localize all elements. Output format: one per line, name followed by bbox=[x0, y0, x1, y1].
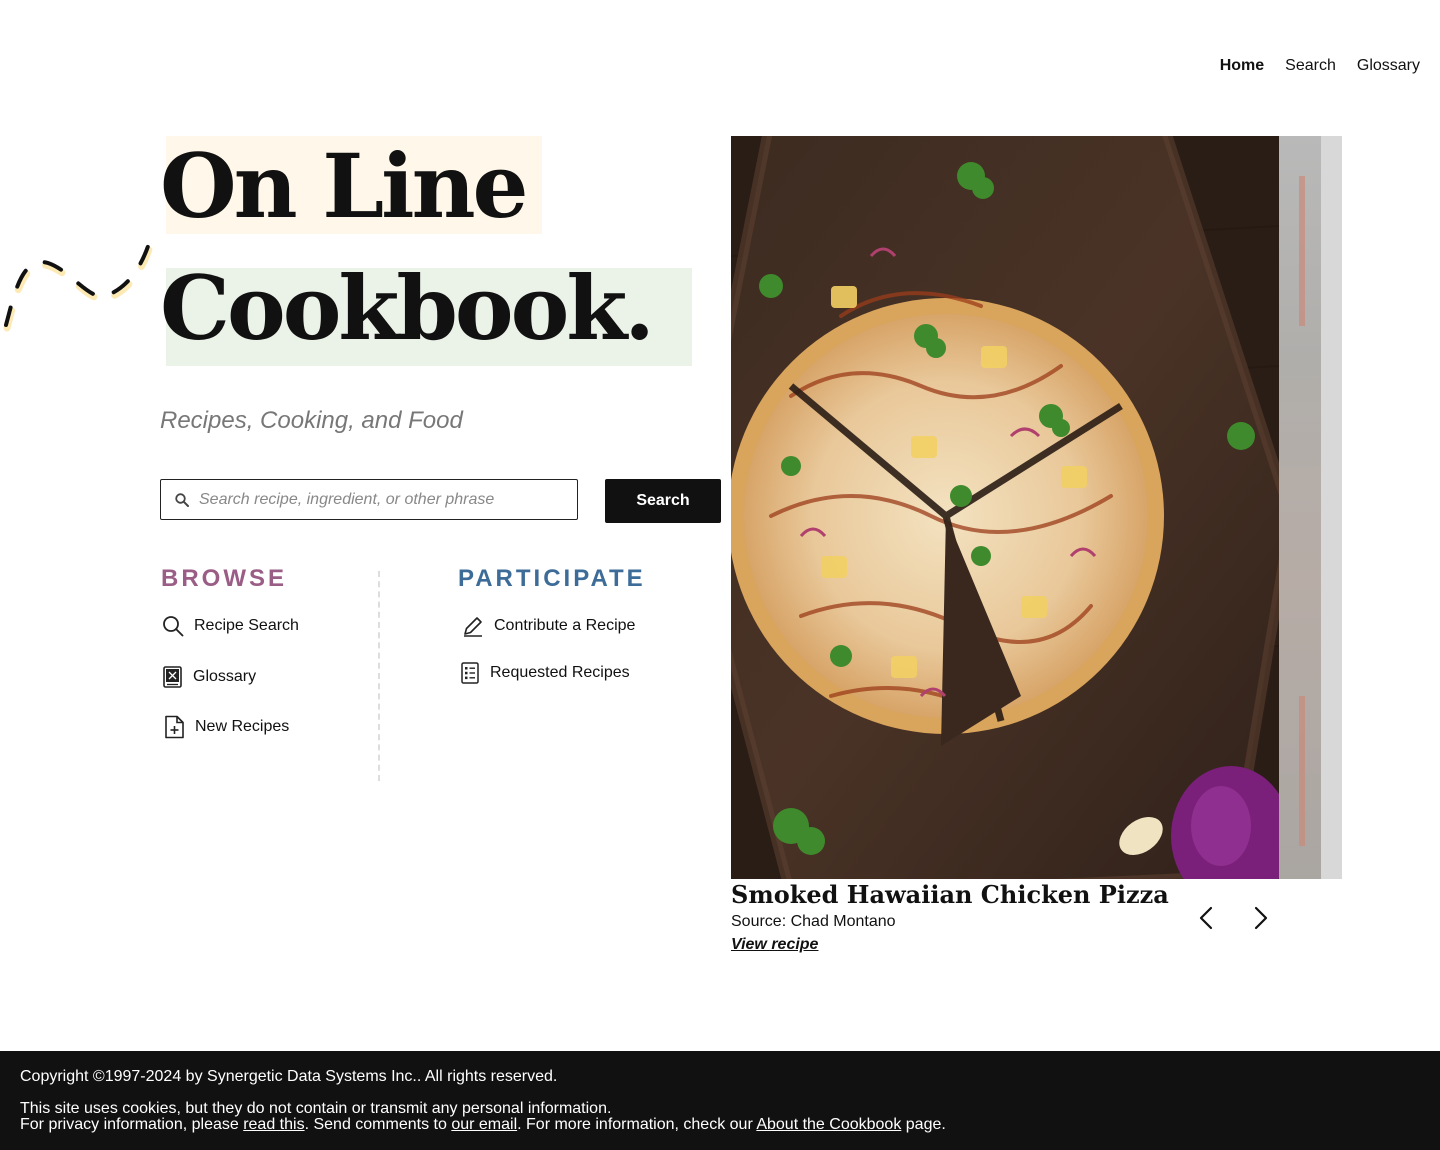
browse-new-recipes-link[interactable]: New Recipes bbox=[164, 715, 289, 739]
footer-privacy-line: For privacy information, please read thi… bbox=[20, 1117, 946, 1133]
next-slide-peek bbox=[1279, 136, 1321, 879]
about-cookbook-link[interactable]: About the Cookbook bbox=[756, 1116, 901, 1133]
recipe-carousel bbox=[731, 136, 1342, 879]
carousel-next-button[interactable] bbox=[1246, 904, 1274, 932]
participate-item-label: Contribute a Recipe bbox=[494, 617, 636, 634]
recipe-source: Source: Chad Montano bbox=[731, 913, 896, 930]
view-recipe-link[interactable]: View recipe bbox=[731, 936, 818, 954]
footer-text: For privacy information, please bbox=[20, 1116, 244, 1133]
chevron-left-icon bbox=[1199, 906, 1213, 930]
file-plus-icon bbox=[165, 715, 184, 739]
next-slide-peek-edge bbox=[1321, 136, 1342, 879]
footer-text: . Send comments to bbox=[304, 1116, 452, 1133]
privacy-link[interactable]: read this bbox=[243, 1116, 304, 1133]
browse-glossary-link[interactable]: Glossary bbox=[163, 666, 256, 688]
nav-glossary[interactable]: Glossary bbox=[1357, 54, 1420, 78]
search-button[interactable]: Search bbox=[605, 479, 721, 523]
search-input[interactable] bbox=[199, 490, 559, 509]
browse-heading: BROWSE bbox=[161, 565, 287, 592]
browse-item-label: Glossary bbox=[193, 668, 257, 685]
dashed-squiggle-decoration bbox=[3, 231, 157, 332]
pizza-photo bbox=[731, 136, 1279, 879]
top-nav: Home Search Glossary bbox=[1220, 54, 1420, 78]
nav-search[interactable]: Search bbox=[1285, 54, 1336, 78]
magnifier-icon bbox=[163, 616, 184, 637]
footer-cookies-notice: This site uses cookies, but they do not … bbox=[20, 1100, 612, 1117]
site-footer: Copyright ©1997-2024 by Synergetic Data … bbox=[0, 1051, 1440, 1150]
recipe-title: Smoked Hawaiian Chicken Pizza bbox=[731, 880, 1169, 909]
carousel-prev-button[interactable] bbox=[1193, 904, 1221, 932]
nav-home[interactable]: Home bbox=[1220, 54, 1264, 78]
email-link[interactable]: our email bbox=[451, 1116, 517, 1133]
column-divider bbox=[378, 571, 380, 781]
contribute-recipe-link[interactable]: Contribute a Recipe bbox=[462, 615, 635, 637]
browse-item-label: New Recipes bbox=[195, 718, 290, 735]
search-box bbox=[160, 479, 578, 520]
browse-item-label: Recipe Search bbox=[194, 617, 299, 634]
footer-text: . For more information, check our bbox=[517, 1116, 757, 1133]
list-document-icon bbox=[461, 662, 479, 684]
participate-heading: PARTICIPATE bbox=[458, 565, 646, 592]
search-icon bbox=[175, 492, 189, 507]
participate-item-label: Requested Recipes bbox=[490, 664, 630, 681]
tagline: Recipes, Cooking, and Food bbox=[160, 407, 463, 434]
page-title-line-2: Cookbook. bbox=[160, 256, 655, 360]
chevron-right-icon bbox=[1254, 906, 1268, 930]
pencil-icon bbox=[464, 617, 482, 637]
browse-recipe-search-link[interactable]: Recipe Search bbox=[162, 615, 299, 637]
page-title-line-1: On Line bbox=[160, 134, 529, 238]
footer-text: page. bbox=[901, 1116, 946, 1133]
footer-copyright: Copyright ©1997-2024 by Synergetic Data … bbox=[20, 1068, 558, 1085]
glossary-book-icon bbox=[163, 666, 182, 688]
requested-recipes-link[interactable]: Requested Recipes bbox=[460, 662, 630, 684]
